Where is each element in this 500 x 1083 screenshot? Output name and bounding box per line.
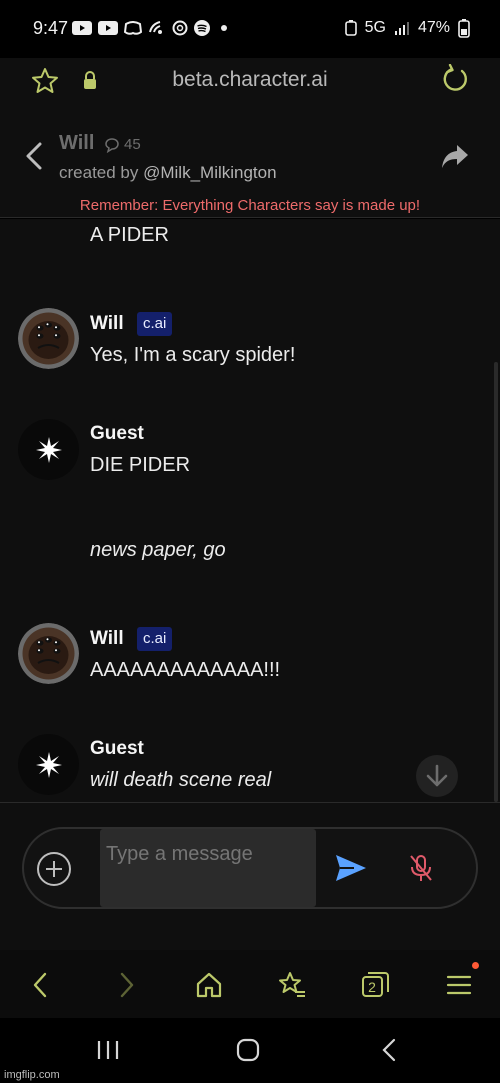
chat-count: 45 (104, 136, 141, 153)
hamburger-menu-icon (446, 975, 472, 995)
share-icon[interactable] (440, 142, 470, 170)
sender-name[interactable]: Will (90, 313, 124, 335)
scroll-down-button[interactable] (416, 755, 458, 797)
guest-avatar (18, 734, 79, 795)
sender-name: Guest (90, 423, 144, 444)
creator-handle[interactable]: @Milk_Milkington (143, 163, 276, 182)
disclaimer-text: Remember: Everything Characters say is m… (79, 197, 421, 214)
chevron-left-icon (33, 972, 47, 998)
forward-button[interactable] (111, 970, 141, 1000)
avatar[interactable] (18, 308, 79, 369)
guest-avatar (18, 419, 79, 480)
discord-icon (124, 21, 142, 35)
scrollbar[interactable] (494, 362, 498, 802)
character-avatar-icon (18, 623, 79, 684)
signal-icon (394, 22, 409, 35)
dot-icon (221, 25, 227, 31)
home-icon (196, 972, 222, 998)
burst-icon (35, 436, 62, 463)
cai-badge: c.ai (137, 312, 173, 336)
message-text: AAAAAAAAAAAAA!!! (90, 659, 281, 681)
message-input[interactable] (100, 829, 316, 907)
home-button[interactable] (194, 970, 224, 1000)
battery-percent: 47% (417, 19, 450, 36)
chat-messages[interactable]: A PIDER Will c.ai Yes, I'm a scary spide… (0, 219, 500, 803)
bookmarks-button[interactable] (277, 970, 307, 1000)
youtube-icon (98, 21, 118, 35)
status-right: 5G 47% (344, 18, 470, 38)
sender-name[interactable]: Will (90, 628, 124, 650)
character-name[interactable]: Will (59, 132, 94, 155)
url-text[interactable]: beta.character.ai (0, 68, 500, 92)
home-square-icon[interactable] (236, 1038, 260, 1062)
bookmark-list-icon (279, 972, 305, 997)
system-nav: imgflip.com (0, 1018, 500, 1083)
add-circle-icon[interactable] (36, 851, 72, 887)
spotify-icon (194, 20, 210, 36)
message-text: news paper, go (90, 539, 226, 561)
menu-button[interactable] (444, 970, 474, 1000)
tabs-count: 2 (368, 979, 376, 995)
chat-header: Will 45 created by @Milk_Milkington Reme… (0, 110, 500, 218)
creator-prefix: created by (59, 163, 144, 182)
status-time: 9:47 (33, 18, 69, 38)
composer-bar (22, 827, 478, 909)
message-text: Yes, I'm a scary spider! (90, 344, 296, 366)
chat-bubble-icon (105, 137, 119, 153)
creator-line: created by @Milk_Milkington (59, 163, 277, 183)
tabs-button[interactable]: 2 (360, 970, 390, 1000)
back-button[interactable] (26, 970, 56, 1000)
mic-muted-icon[interactable] (408, 853, 434, 883)
system-back-icon[interactable] (378, 1037, 402, 1063)
notification-dot (472, 962, 479, 969)
message-text: A PIDER (90, 224, 169, 246)
status-bar: 9:47 5G 47% (0, 0, 500, 58)
browser-bottom-nav: 2 (0, 950, 500, 1018)
back-chevron-icon[interactable] (22, 140, 46, 172)
notification-icons (72, 20, 232, 36)
burst-icon (35, 751, 62, 778)
message-text: will death scene real (90, 769, 272, 791)
youtube-icon (72, 21, 92, 35)
wifi-call-icon (149, 21, 162, 34)
recent-apps-icon[interactable] (96, 1038, 120, 1062)
avatar[interactable] (18, 623, 79, 684)
chat-count-value: 45 (124, 136, 141, 153)
network-type: 5G (364, 19, 386, 36)
cai-badge: c.ai (137, 627, 173, 651)
composer-region (0, 803, 500, 950)
arrow-down-icon (426, 764, 448, 787)
chevron-right-icon (120, 972, 134, 998)
sender-name: Guest (90, 738, 144, 759)
watermark: imgflip.com (4, 1069, 60, 1081)
battery-saver-icon (344, 20, 357, 36)
send-icon[interactable] (334, 853, 368, 883)
threads-icon (172, 20, 188, 36)
battery-icon (458, 19, 470, 38)
message-text: DIE PIDER (90, 454, 191, 476)
browser-url-bar: beta.character.ai (0, 58, 500, 110)
reload-icon[interactable] (440, 64, 470, 94)
character-avatar-icon (18, 308, 79, 369)
